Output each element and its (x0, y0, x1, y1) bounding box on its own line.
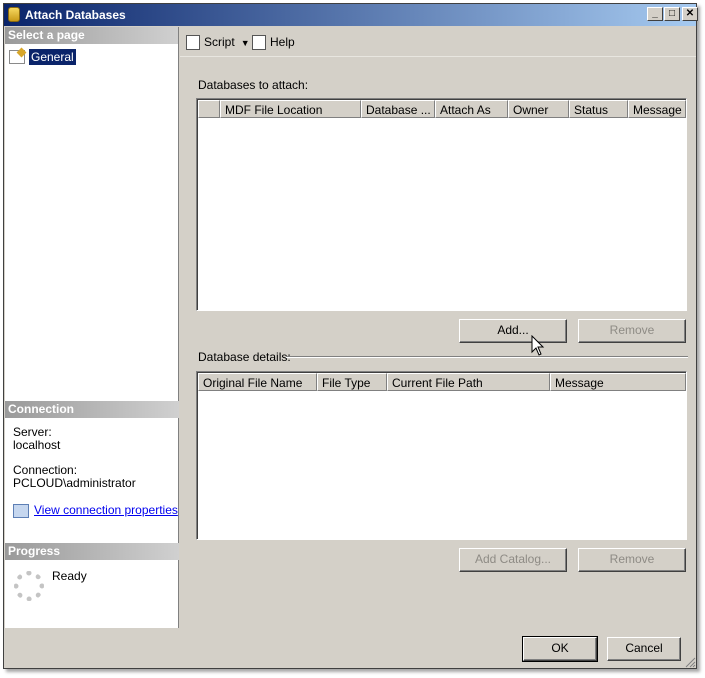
view-connection-properties-link[interactable]: View connection properties (34, 503, 178, 517)
remove-detail-button[interactable]: Remove (578, 548, 686, 572)
server-value: localhost (13, 438, 61, 452)
title-bar: Attach Databases _ □ ✕ (4, 4, 698, 26)
column-header-file-type[interactable]: File Type (317, 373, 387, 391)
column-header-attach-as[interactable]: Attach As (435, 100, 508, 118)
add-catalog-button[interactable]: Add Catalog... (459, 548, 567, 572)
group-divider (286, 356, 688, 358)
script-label: Script (204, 35, 235, 49)
progress-header: Progress (5, 543, 179, 560)
resize-grip-icon[interactable] (684, 656, 696, 668)
database-details-label: Database details: (198, 350, 291, 364)
progress-status: Ready (52, 569, 87, 583)
page-icon (9, 50, 25, 64)
sidebar-item-label: General (29, 49, 76, 65)
column-header-current-file-path[interactable]: Current File Path (387, 373, 550, 391)
toolbar: Script ▼ Help (180, 27, 696, 57)
databases-to-attach-label: Databases to attach: (198, 78, 309, 92)
dialog-footer: OK Cancel (5, 628, 697, 670)
help-label: Help (270, 35, 295, 49)
minimize-button[interactable]: _ (647, 7, 663, 21)
database-details-grid[interactable]: Original File Name File Type Current Fil… (196, 371, 687, 540)
general-page-content: Script ▼ Help Databases to attach: MDF Fi… (180, 27, 696, 628)
script-button[interactable]: Script ▼ (186, 35, 250, 51)
ok-button[interactable]: OK (522, 636, 598, 662)
dropdown-arrow-icon[interactable]: ▼ (241, 38, 250, 48)
connection-value: PCLOUD\administrator (13, 476, 136, 490)
column-header-original-file-name[interactable]: Original File Name (198, 373, 317, 391)
column-header-owner[interactable]: Owner (508, 100, 569, 118)
attach-databases-dialog: Attach Databases _ □ ✕ Select a page Gen… (3, 3, 698, 670)
cancel-button[interactable]: Cancel (607, 637, 681, 661)
remove-database-button[interactable]: Remove (578, 319, 686, 343)
help-button[interactable]: Help (252, 35, 295, 51)
column-header-database-name[interactable]: Database ... (361, 100, 435, 118)
column-header-selector[interactable] (198, 100, 220, 118)
connection-section: Connection Server: localhost Connection:… (5, 401, 179, 518)
column-header-message[interactable]: Message (550, 373, 686, 391)
grid-header: MDF File Location Database ... Attach As… (198, 100, 686, 118)
progress-spinner-icon (14, 571, 44, 601)
grid-header: Original File Name File Type Current Fil… (198, 373, 686, 391)
mouse-cursor-icon (531, 335, 545, 356)
connection-header: Connection (5, 401, 179, 418)
progress-section: Progress Ready (5, 543, 179, 601)
connection-properties-icon (13, 503, 29, 518)
close-button[interactable]: ✕ (682, 7, 698, 21)
column-header-mdf-file-location[interactable]: MDF File Location (220, 100, 361, 118)
column-header-status[interactable]: Status (569, 100, 628, 118)
page-sidebar: Select a page General Connection Server:… (5, 27, 179, 628)
databases-to-attach-grid[interactable]: MDF File Location Database ... Attach As… (196, 98, 687, 311)
help-icon (252, 35, 266, 51)
window-title: Attach Databases (25, 8, 126, 22)
maximize-button[interactable]: □ (664, 7, 680, 21)
column-header-message[interactable]: Message (628, 100, 686, 118)
add-button[interactable]: Add... (459, 319, 567, 343)
database-icon (8, 7, 20, 22)
select-page-header: Select a page (5, 27, 178, 44)
script-icon (186, 35, 200, 51)
